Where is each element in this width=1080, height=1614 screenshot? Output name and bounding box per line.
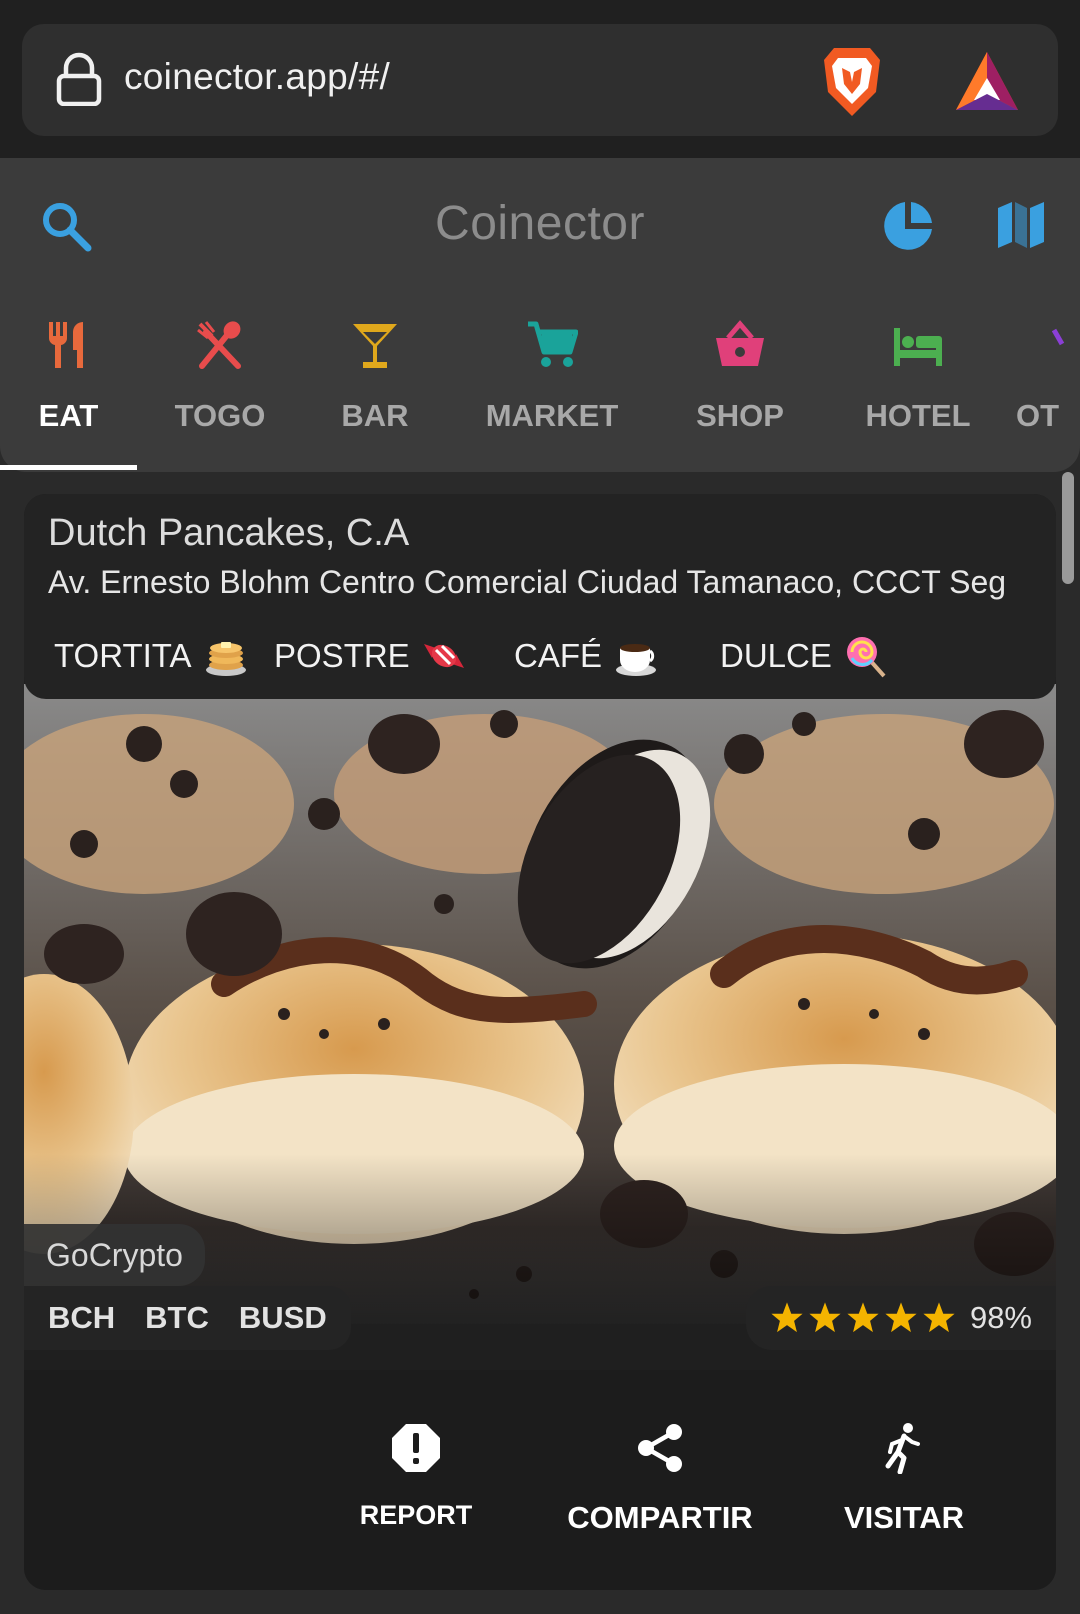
tab-shop[interactable]: SHOP <box>660 308 820 458</box>
star-icon <box>885 1302 917 1333</box>
tag-postre[interactable]: POSTRE <box>274 634 466 678</box>
coin-btc: BTC <box>145 1300 209 1335</box>
star-icon <box>923 1302 955 1333</box>
browser-toolbar: coinector.app/#/ <box>0 0 1080 158</box>
rating[interactable]: 98% <box>745 1286 1056 1350</box>
bed-icon <box>894 328 942 366</box>
accepted-coins: BCH BTC BUSD <box>24 1286 351 1350</box>
candy-emoji <box>423 644 464 668</box>
star-icon <box>809 1302 841 1333</box>
scrollbar-thumb[interactable] <box>1062 472 1074 584</box>
tab-bar[interactable]: BAR <box>305 308 445 458</box>
tab-togo[interactable]: TOGO <box>150 308 290 458</box>
card-actions: REPORT COMPARTIR VISITAR <box>24 1370 1056 1590</box>
tab-eat[interactable]: EAT <box>0 308 137 458</box>
brave-lion-icon[interactable] <box>820 44 884 118</box>
tab-hotel[interactable]: HOTEL <box>838 308 998 458</box>
url-text[interactable]: coinector.app/#/ <box>124 56 390 98</box>
coin-bch: BCH <box>48 1300 116 1335</box>
place-card[interactable]: Dutch Pancakes, C.A Av. Ernesto Blohm Ce… <box>24 494 1056 1590</box>
rating-percent: 98% <box>969 1300 1032 1335</box>
lollipop-emoji <box>846 637 886 678</box>
fork-knife-icon <box>48 322 83 368</box>
coffee-emoji <box>616 644 657 676</box>
coin-busd: BUSD <box>238 1300 327 1335</box>
tag-tortita[interactable]: TORTITA <box>54 634 248 678</box>
lock-icon <box>56 52 102 106</box>
visit-button[interactable]: VISITAR <box>824 1370 984 1590</box>
cocktail-icon <box>353 324 397 368</box>
place-name: Dutch Pancakes, C.A <box>48 512 410 554</box>
basket-icon <box>716 320 764 366</box>
star-icon <box>771 1302 803 1333</box>
active-tab-indicator <box>0 465 137 470</box>
bat-triangle-icon[interactable] <box>954 50 1020 112</box>
tab-market[interactable]: MARKET <box>472 308 632 458</box>
walking-person-icon <box>885 1423 920 1474</box>
place-address: Av. Ernesto Blohm Centro Comercial Ciuda… <box>48 564 1007 600</box>
tab-other[interactable]: OT <box>1010 308 1080 458</box>
crossed-utensils-icon <box>197 321 241 369</box>
star-icon <box>847 1302 879 1333</box>
share-button[interactable]: COMPARTIR <box>560 1370 760 1590</box>
map-icon[interactable] <box>996 200 1046 250</box>
other-icon <box>1051 328 1065 346</box>
share-icon <box>638 1424 682 1472</box>
tag-cafe[interactable]: CAFÉ <box>514 634 658 678</box>
cart-icon <box>528 321 578 367</box>
payment-provider-badge[interactable]: GoCrypto <box>24 1224 205 1286</box>
category-tabs: EAT TOGO BAR MARKET SHOP HOTEL OT <box>0 308 1080 458</box>
place-card-header: Dutch Pancakes, C.A Av. Ernesto Blohm Ce… <box>24 494 1056 699</box>
report-button[interactable]: REPORT <box>346 1370 486 1590</box>
tag-dulce[interactable]: DULCE <box>720 634 888 678</box>
alert-octagon-icon <box>392 1424 440 1472</box>
pie-chart-icon[interactable] <box>882 200 934 252</box>
app-header: Coinector EAT TOGO BAR MARKET SHOP HOTEL… <box>0 158 1080 472</box>
pancakes-emoji <box>205 642 246 676</box>
